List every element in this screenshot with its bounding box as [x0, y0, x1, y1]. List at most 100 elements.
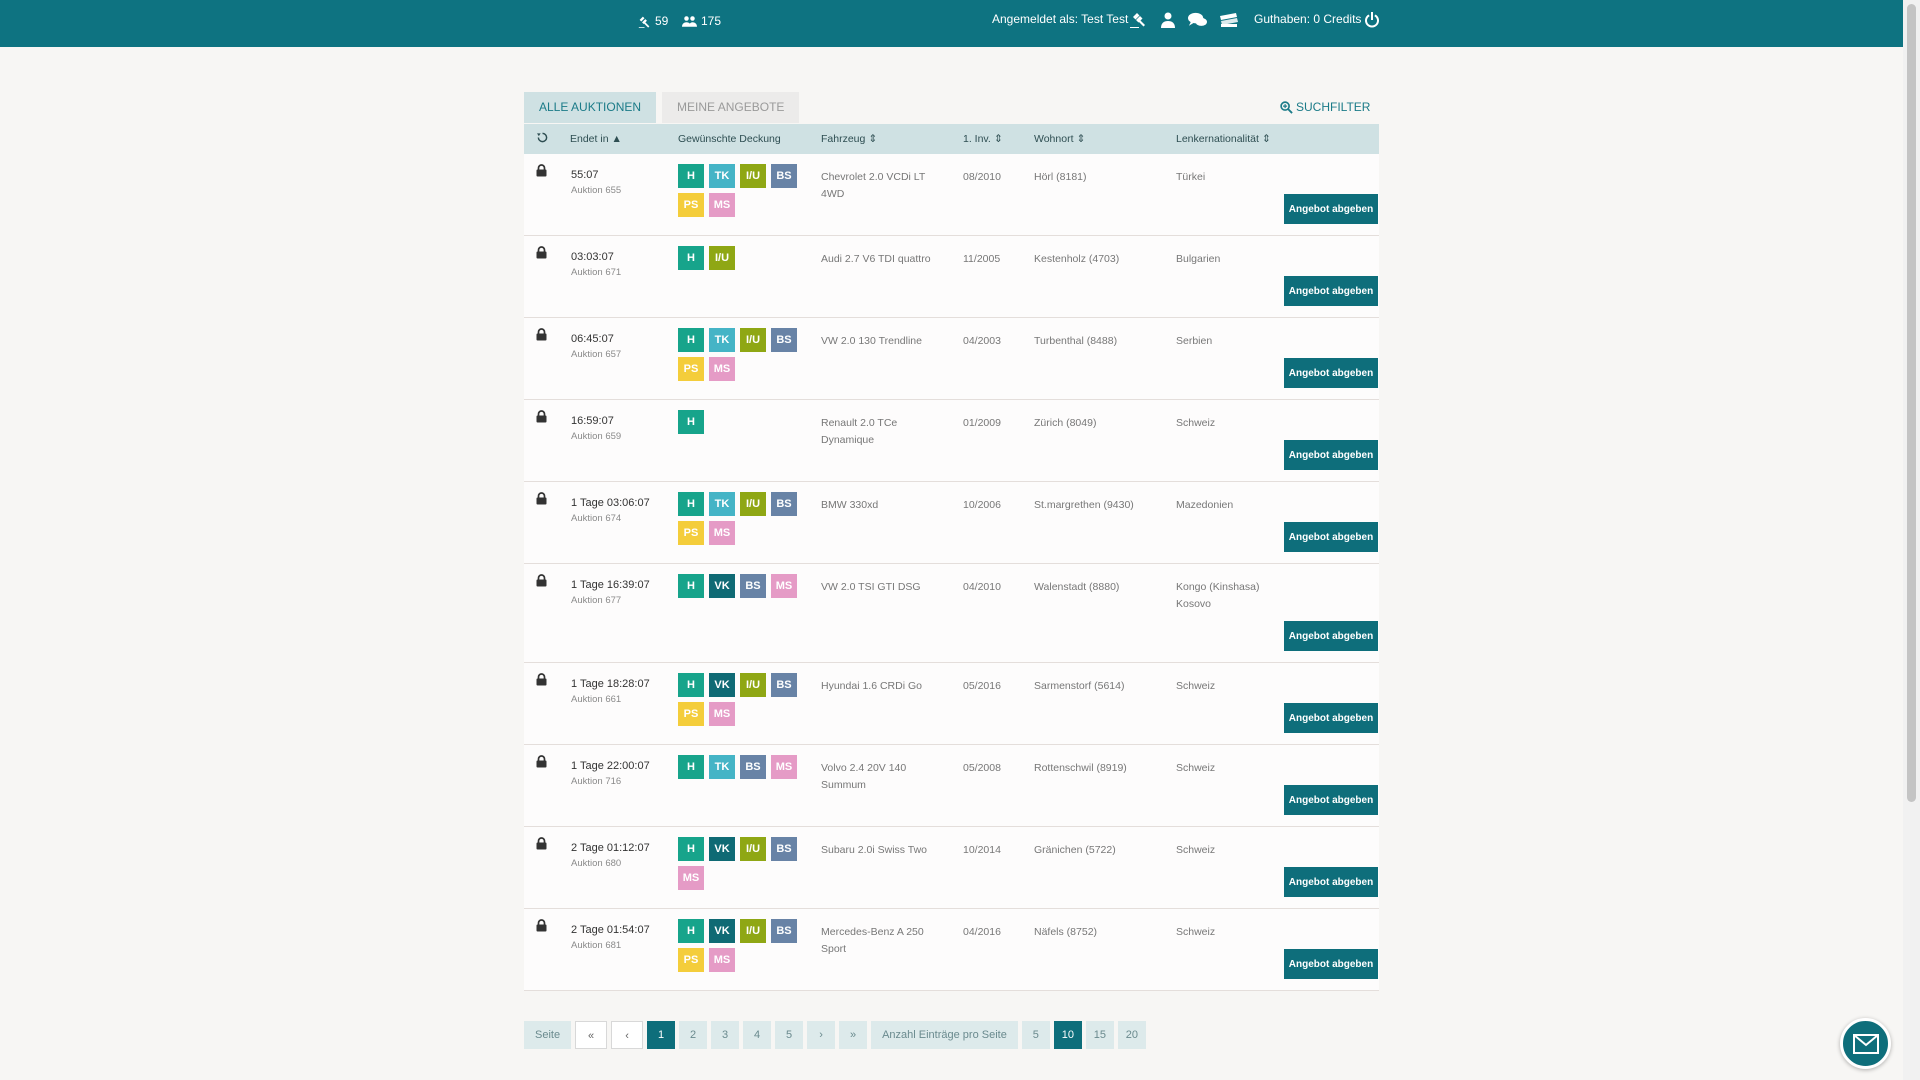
coverage-badge[interactable]: TK — [709, 164, 735, 188]
column-header-first-reg[interactable]: 1. Inv. ⇕ — [963, 133, 1003, 145]
gavel-icon — [1130, 13, 1145, 28]
per-page-option-10[interactable]: 10 — [1053, 1021, 1082, 1049]
coverage-badge[interactable]: MS — [771, 574, 797, 598]
coverage-badge[interactable]: PS — [678, 948, 704, 972]
page-button-3[interactable]: 3 — [711, 1021, 740, 1049]
coverage-badge[interactable]: H — [678, 164, 704, 188]
coverage-badge[interactable]: MS — [709, 357, 735, 381]
submit-offer-button[interactable]: Angebot abgeben — [1284, 785, 1378, 815]
coverage-badge[interactable]: MS — [678, 866, 704, 890]
coverage-badges: H VK I/U BS PS MS — [678, 919, 802, 972]
coverage-badge[interactable]: I/U — [709, 246, 735, 270]
coverage-badge[interactable]: VK — [709, 673, 735, 697]
per-page-option-20[interactable]: 20 — [1117, 1021, 1146, 1049]
coverage-badge[interactable]: BS — [771, 492, 797, 516]
tab-all-auctions[interactable]: ALLE AUKTIONEN — [524, 92, 657, 123]
auctions-nav-button[interactable] — [1128, 10, 1148, 30]
last-page-button[interactable]: » — [839, 1021, 868, 1049]
profile-nav-button[interactable] — [1158, 10, 1178, 30]
table-row: 55:07 Auktion 655 H TK I/U BS PS MS Chevrolet… — [524, 154, 1379, 236]
submit-offer-button[interactable]: Angebot abgeben — [1284, 358, 1378, 388]
coverage-badge[interactable]: BS — [740, 755, 766, 779]
coverage-badge[interactable]: TK — [709, 492, 735, 516]
submit-offer-button[interactable]: Angebot abgeben — [1284, 522, 1378, 552]
coverage-badge[interactable]: H — [678, 574, 704, 598]
page-scrollbar[interactable] — [1903, 0, 1920, 1080]
coverage-badge[interactable]: MS — [709, 702, 735, 726]
coverage-badge[interactable]: H — [678, 410, 704, 434]
coverage-badge[interactable]: PS — [678, 521, 704, 545]
coverage-badge[interactable]: VK — [709, 574, 735, 598]
page-button-2[interactable]: 2 — [679, 1021, 708, 1049]
next-page-button[interactable]: › — [807, 1021, 836, 1049]
coverage-badge[interactable]: BS — [771, 837, 797, 861]
per-page-option-15[interactable]: 15 — [1085, 1021, 1114, 1049]
submit-offer-button[interactable]: Angebot abgeben — [1284, 949, 1378, 979]
coverage-badge[interactable]: H — [678, 246, 704, 270]
coverage-badge[interactable]: BS — [771, 673, 797, 697]
coverage-badge[interactable]: I/U — [740, 919, 766, 943]
coverage-badge[interactable]: I/U — [740, 837, 766, 861]
logout-button[interactable] — [1362, 10, 1382, 30]
coverage-badge[interactable]: I/U — [740, 164, 766, 188]
column-header-ends[interactable]: Endet in ▲ — [570, 133, 622, 145]
column-header-residence[interactable]: Wohnort ⇕ — [1034, 133, 1085, 145]
first-registration: 04/2010 — [963, 581, 1001, 593]
messages-nav-button[interactable] — [1187, 10, 1207, 30]
submit-offer-button[interactable]: Angebot abgeben — [1284, 276, 1378, 306]
coverage-badge[interactable]: MS — [709, 193, 735, 217]
coverage-badge[interactable]: H — [678, 328, 704, 352]
coverage-badge[interactable]: BS — [771, 164, 797, 188]
coverage-badge[interactable]: PS — [678, 357, 704, 381]
coverage-badge[interactable]: MS — [709, 948, 735, 972]
driver-nationality: Mazedonien — [1176, 499, 1234, 511]
page-button-1[interactable]: 1 — [647, 1021, 676, 1049]
submit-offer-button[interactable]: Angebot abgeben — [1284, 621, 1378, 651]
coverage-badge[interactable]: PS — [678, 193, 704, 217]
coverage-badge[interactable]: BS — [771, 919, 797, 943]
coverage-badge[interactable]: H — [678, 919, 704, 943]
search-filter-button[interactable]: SUCHFILTER — [1280, 100, 1370, 114]
payments-nav-button[interactable] — [1219, 10, 1239, 30]
table-row: 06:45:07 Auktion 657 H TK I/U BS PS MS VW 2.0… — [524, 318, 1379, 400]
first-page-button[interactable]: « — [575, 1021, 608, 1049]
chat-icon — [1187, 12, 1207, 26]
tab-my-offers[interactable]: MEINE ANGEBOTE — [662, 92, 800, 123]
coverage-badge[interactable]: H — [678, 837, 704, 861]
coverage-badge[interactable]: MS — [709, 521, 735, 545]
submit-offer-button[interactable]: Angebot abgeben — [1284, 867, 1378, 897]
submit-offer-button[interactable]: Angebot abgeben — [1284, 194, 1378, 224]
column-header-nationality[interactable]: Lenkernationalität ⇕ — [1176, 133, 1271, 145]
residence: Zürich (8049) — [1034, 417, 1097, 429]
sort-icon: ⇕ — [993, 133, 1003, 145]
coverage-badge[interactable]: H — [678, 755, 704, 779]
contact-mail-button[interactable] — [1840, 1018, 1891, 1069]
table-row: 03:03:07 Auktion 671 H I/U Audi 2.7 V6 TD… — [524, 236, 1379, 318]
submit-offer-button[interactable]: Angebot abgeben — [1284, 440, 1378, 470]
coverage-badge[interactable]: BS — [771, 328, 797, 352]
scrollbar-thumb[interactable] — [1907, 4, 1916, 802]
money-icon — [1220, 13, 1238, 27]
coverage-badge[interactable]: VK — [709, 919, 735, 943]
coverage-badge[interactable]: MS — [771, 755, 797, 779]
auction-number: Auktion 655 — [571, 185, 622, 196]
column-header-vehicle[interactable]: Fahrzeug ⇕ — [821, 133, 877, 145]
submit-offer-button[interactable]: Angebot abgeben — [1284, 703, 1378, 733]
coverage-badge[interactable]: TK — [709, 328, 735, 352]
coverage-badge[interactable]: PS — [678, 702, 704, 726]
coverage-badge[interactable]: BS — [740, 574, 766, 598]
coverage-badge[interactable]: I/U — [740, 673, 766, 697]
coverage-badge[interactable]: VK — [709, 837, 735, 861]
page-button-4[interactable]: 4 — [743, 1021, 772, 1049]
coverage-badge[interactable]: H — [678, 673, 704, 697]
coverage-badges: H TK BS MS — [678, 755, 802, 779]
refresh-button[interactable] — [537, 132, 548, 143]
coverage-badge[interactable]: I/U — [740, 492, 766, 516]
page-button-5[interactable]: 5 — [775, 1021, 804, 1049]
coverage-badge[interactable]: TK — [709, 755, 735, 779]
per-page-option-5[interactable]: 5 — [1021, 1021, 1050, 1049]
coverage-badge[interactable]: H — [678, 492, 704, 516]
previous-page-button[interactable]: ‹ — [611, 1021, 644, 1049]
coverage-badge[interactable]: I/U — [740, 328, 766, 352]
column-residence-label: Wohnort — [1034, 133, 1074, 145]
